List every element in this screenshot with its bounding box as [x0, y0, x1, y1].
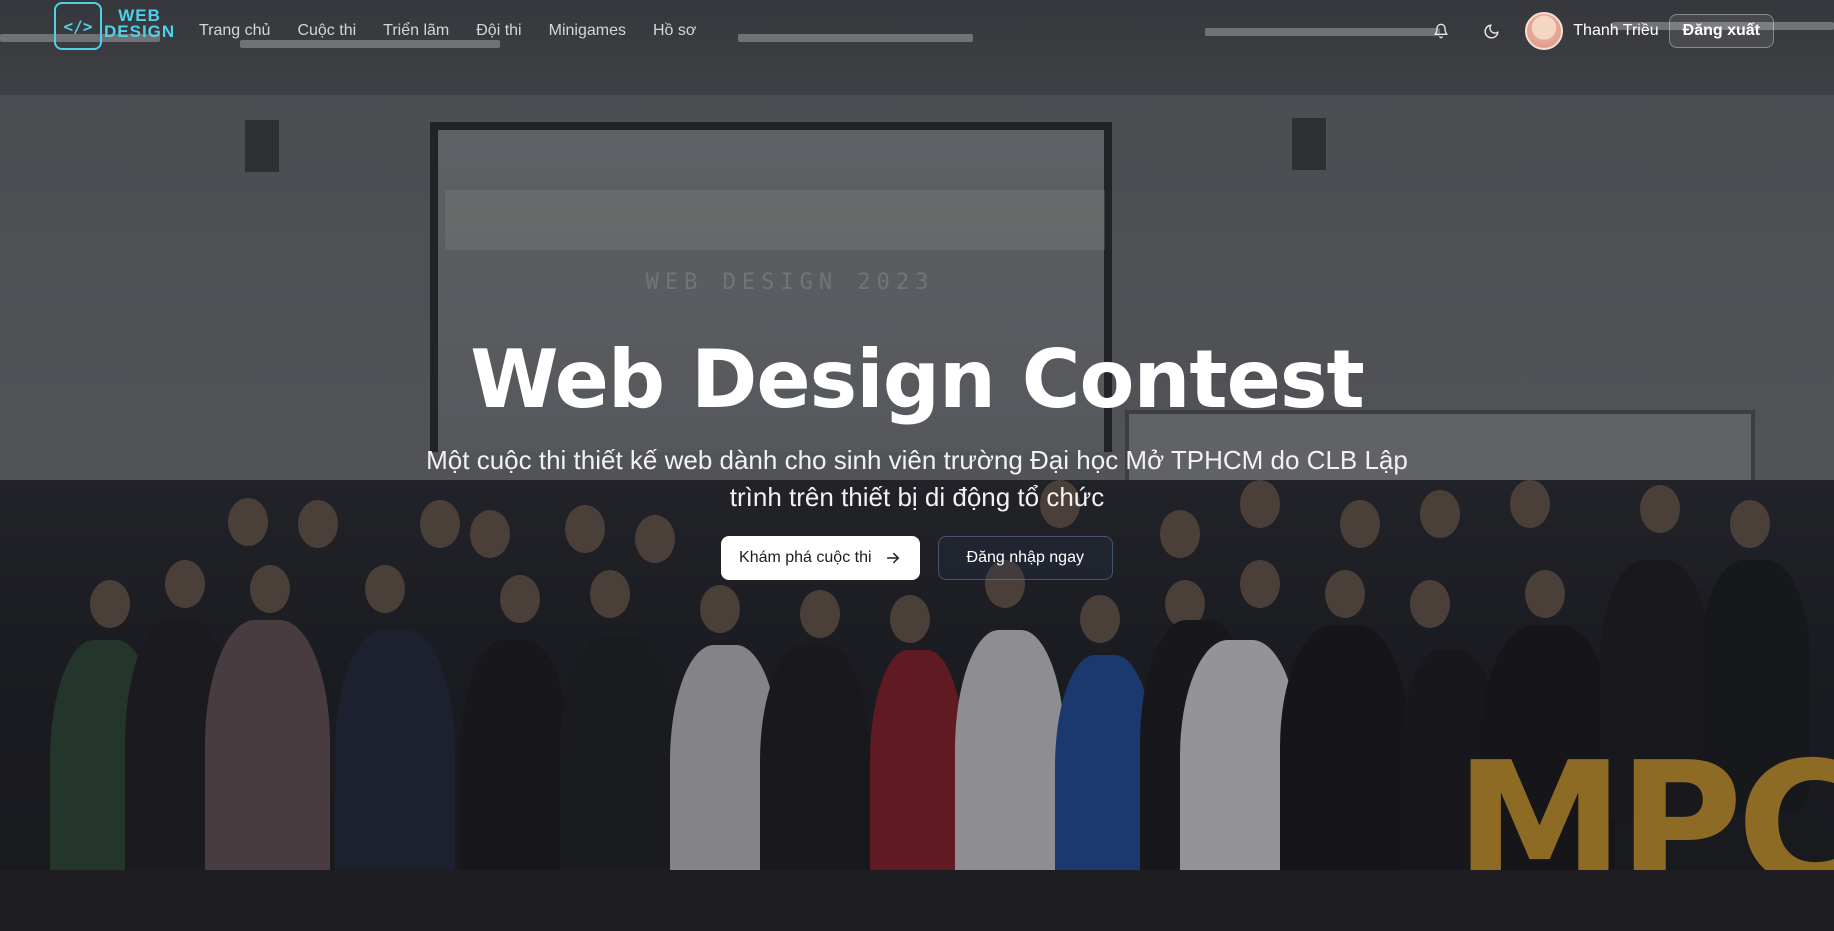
logo-mark-icon: </> [54, 2, 102, 50]
site-logo[interactable]: </> WEB DESIGN [54, 0, 176, 52]
nav-item-home[interactable]: Trang chủ [199, 20, 270, 42]
hero-subtitle: Một cuộc thi thiết kế web dành cho sinh … [426, 445, 1408, 512]
moon-icon [1484, 23, 1499, 38]
user-name[interactable]: Thanh Triều [1573, 22, 1658, 40]
hero-title: Web Design Contest [470, 333, 1365, 426]
nav-item-contests[interactable]: Cuộc thi [297, 20, 356, 42]
explore-contest-label: Khám phá cuộc thi [739, 549, 872, 566]
logo-word-line2: DESIGN [104, 22, 176, 41]
logo-mark-text: </> [63, 16, 93, 36]
explore-contest-button[interactable]: Khám phá cuộc thi [721, 536, 920, 580]
bell-icon [1434, 23, 1448, 39]
user-avatar[interactable] [1525, 12, 1564, 50]
logo-wordmark: WEB DESIGN [104, 7, 176, 41]
login-now-button[interactable]: Đăng nhập ngay [937, 536, 1113, 580]
top-navbar: </> WEB DESIGN Trang chủ Cuộc thi Triển … [0, 0, 1834, 62]
hero-section: Web Design Contest Một cuộc thi thiết kế… [0, 332, 1834, 580]
nav-item-teams[interactable]: Đội thi [476, 20, 521, 42]
main-menu: Trang chủ Cuộc thi Triển lãm Đội thi Min… [199, 20, 723, 42]
notifications-button[interactable] [1423, 13, 1459, 49]
hero-actions: Khám phá cuộc thi Đăng nhập ngay [0, 536, 1834, 580]
arrow-right-icon [886, 552, 899, 564]
nav-item-profile[interactable]: Hồ sơ [653, 20, 696, 42]
nav-item-minigames[interactable]: Minigames [549, 20, 626, 42]
logout-button[interactable]: Đăng xuất [1668, 14, 1774, 48]
theme-toggle-button[interactable] [1473, 13, 1509, 49]
nav-item-exhibition[interactable]: Triển lãm [383, 20, 449, 42]
navbar-actions: Thanh Triều Đăng xuất [1423, 12, 1774, 50]
